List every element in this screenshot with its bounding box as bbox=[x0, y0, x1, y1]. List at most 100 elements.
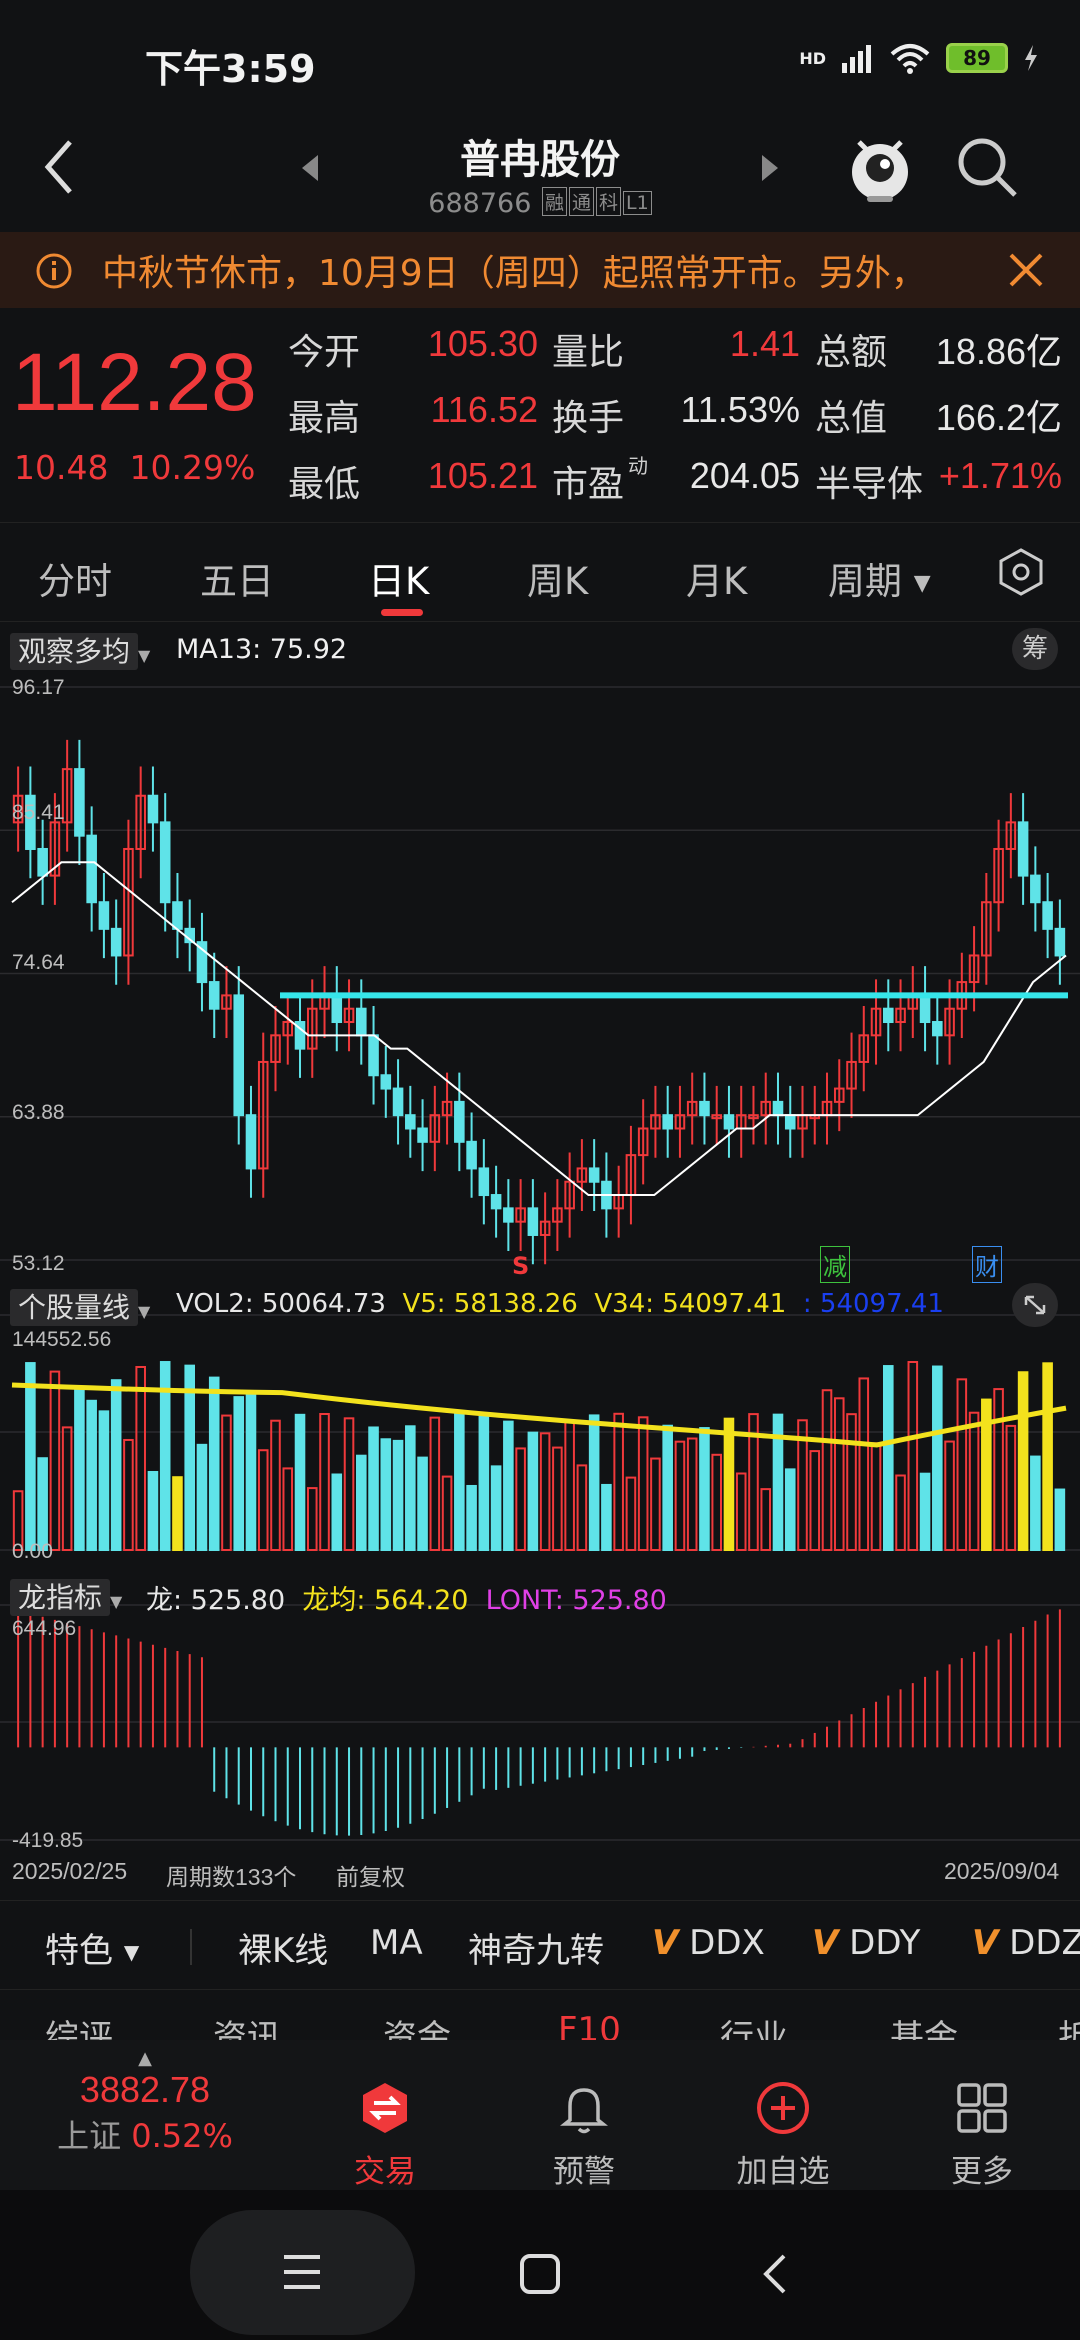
vol-ratio-value: 1.41 bbox=[729, 323, 800, 364]
tab-period[interactable]: 周期 ▼ bbox=[828, 551, 931, 605]
chart-canvas[interactable] bbox=[0, 675, 1080, 1890]
tab-weekly-k[interactable]: 周K bbox=[527, 551, 588, 605]
candle-body bbox=[454, 1100, 465, 1143]
volume-indicator-name: 个股量线 bbox=[10, 1289, 139, 1326]
dragon-indicator-name: 龙指标 bbox=[10, 1579, 111, 1616]
volume-bar bbox=[233, 1396, 245, 1551]
volume-bar bbox=[429, 1416, 441, 1551]
volume-bar bbox=[907, 1361, 919, 1551]
tool-ddx[interactable]: V DDX bbox=[652, 1923, 765, 1963]
subtab-more[interactable]: 折 bbox=[1058, 2010, 1080, 2040]
tool-ddx-label: DDX bbox=[689, 1923, 765, 1963]
volume-indicator-dropdown[interactable]: 个股量线 ▼ bbox=[10, 1286, 150, 1326]
subtab-industry[interactable]: 行业 bbox=[720, 2010, 788, 2040]
assistant-robot-icon[interactable] bbox=[845, 130, 915, 205]
candle-body bbox=[784, 1114, 796, 1130]
volume-bar bbox=[735, 1472, 747, 1552]
adjust-mode[interactable]: 前复权 bbox=[336, 1858, 405, 1892]
volume-bar bbox=[110, 1379, 122, 1551]
kline-indicator-dropdown[interactable]: 观察多均 ▼ bbox=[10, 630, 150, 670]
expand-icon[interactable] bbox=[1012, 1283, 1058, 1327]
candle-body bbox=[478, 1167, 490, 1197]
reduce-marker[interactable]: 减 bbox=[820, 1246, 850, 1283]
index-widget[interactable]: ▲ 3882.78 上证 0.52% bbox=[40, 2048, 250, 2157]
volume-bar bbox=[221, 1414, 232, 1552]
volume-bar bbox=[61, 1426, 73, 1552]
candle-body bbox=[772, 1100, 784, 1117]
candle-body bbox=[723, 1114, 735, 1130]
subtab-f10[interactable]: F10 bbox=[558, 2010, 621, 2040]
high-label: 最高 bbox=[288, 398, 361, 439]
tool-ddz[interactable]: V DDZ bbox=[972, 1923, 1080, 1963]
tool-naked-k[interactable]: 裸K线 bbox=[238, 1923, 328, 1972]
subtab-funds[interactable]: 资金 bbox=[383, 2010, 451, 2040]
kline-indicator-name: 观察多均 bbox=[10, 633, 139, 670]
more-button[interactable]: 更多 bbox=[922, 2080, 1042, 2191]
alert-button[interactable]: 预警 bbox=[524, 2080, 644, 2191]
trade-icon bbox=[363, 2083, 407, 2133]
volume-bar bbox=[919, 1472, 931, 1552]
open-label: 今开 bbox=[288, 332, 361, 373]
tag-ke: 科 bbox=[596, 187, 622, 216]
index-pct: 0.52% bbox=[131, 2117, 233, 2155]
status-icons: HD 89 bbox=[799, 42, 1040, 74]
volume-bar bbox=[809, 1450, 821, 1551]
tool-ddy[interactable]: V DDY bbox=[812, 1923, 920, 1963]
subtab-fund[interactable]: 基金 bbox=[890, 2010, 958, 2040]
finance-marker[interactable]: 财 bbox=[972, 1246, 1002, 1283]
volume-bar bbox=[637, 1416, 649, 1551]
volume-bar bbox=[1042, 1362, 1053, 1551]
search-icon[interactable] bbox=[955, 135, 1019, 199]
index-name: 上证 bbox=[57, 2117, 122, 2155]
back-icon[interactable] bbox=[760, 2252, 790, 2296]
amount-label: 总额 bbox=[815, 332, 888, 373]
index-value: 3882.78 bbox=[79, 2069, 211, 2110]
sector-label[interactable]: 半导体 bbox=[815, 455, 923, 507]
volume-bar bbox=[490, 1465, 502, 1551]
candle-body bbox=[662, 1114, 673, 1130]
volume-bar bbox=[625, 1476, 637, 1551]
candle-body bbox=[392, 1087, 404, 1117]
candle-body bbox=[1054, 927, 1066, 957]
tab-five-day[interactable]: 五日 bbox=[200, 551, 274, 605]
add-watchlist-button[interactable]: 加自选 bbox=[723, 2080, 843, 2191]
dragon-indicator-dropdown[interactable]: 龙指标 ▼ bbox=[10, 1576, 122, 1616]
volume-bar bbox=[613, 1412, 624, 1552]
volume-bar bbox=[282, 1467, 294, 1551]
subtab-news[interactable]: 资讯 bbox=[213, 2010, 281, 2040]
volume-bar bbox=[405, 1425, 416, 1551]
chip-distribution-button[interactable]: 筹 bbox=[1012, 628, 1058, 670]
kline-y-tick-2: 85.41 bbox=[12, 801, 65, 824]
candle-body bbox=[503, 1207, 514, 1223]
tool-magic-nine[interactable]: 神奇九转 bbox=[468, 1923, 604, 1972]
candle-body bbox=[37, 847, 48, 877]
grid-icon bbox=[957, 2083, 1007, 2133]
stock-code-line: 688766 融通科 L1 bbox=[0, 187, 1080, 219]
tool-ma[interactable]: MA bbox=[370, 1923, 423, 1963]
v5-readout: V5: 58138.26 bbox=[402, 1289, 578, 1319]
kline-y-tick-5: 53.12 bbox=[12, 1252, 65, 1275]
end-date: 2025/09/04 bbox=[944, 1858, 1060, 1884]
home-icon[interactable] bbox=[518, 2252, 562, 2296]
volume-bar bbox=[932, 1365, 943, 1551]
close-icon[interactable] bbox=[1008, 252, 1044, 288]
sector-change[interactable]: +1.71% bbox=[930, 455, 1062, 497]
candle-body bbox=[147, 794, 159, 824]
tab-intraday[interactable]: 分时 bbox=[38, 551, 112, 605]
volume-bar bbox=[784, 1468, 796, 1551]
settings-hexagon-icon[interactable] bbox=[996, 547, 1046, 597]
menu-icon[interactable] bbox=[280, 2252, 324, 2292]
volume-bar bbox=[478, 1414, 490, 1551]
holiday-notice-banner[interactable]: 中秋节休市，10月9日（周四）起照常开市。另外， bbox=[0, 232, 1080, 308]
candle-body bbox=[417, 1127, 428, 1143]
trade-button[interactable]: 交易 bbox=[325, 2080, 445, 2191]
subtab-overview[interactable]: 综评 bbox=[45, 2010, 113, 2040]
tab-monthly-k[interactable]: 月K bbox=[686, 551, 747, 605]
tab-daily-k[interactable]: 日K bbox=[368, 551, 429, 605]
dragon-y-min: -419.85 bbox=[12, 1829, 84, 1852]
change-amount: 10.48 bbox=[14, 448, 109, 487]
candle-body bbox=[588, 1167, 600, 1183]
vol-ratio-label: 量比 bbox=[552, 332, 625, 373]
volume-bar bbox=[993, 1388, 1004, 1551]
feature-dropdown[interactable]: 特色 ▼ bbox=[45, 1923, 139, 1972]
